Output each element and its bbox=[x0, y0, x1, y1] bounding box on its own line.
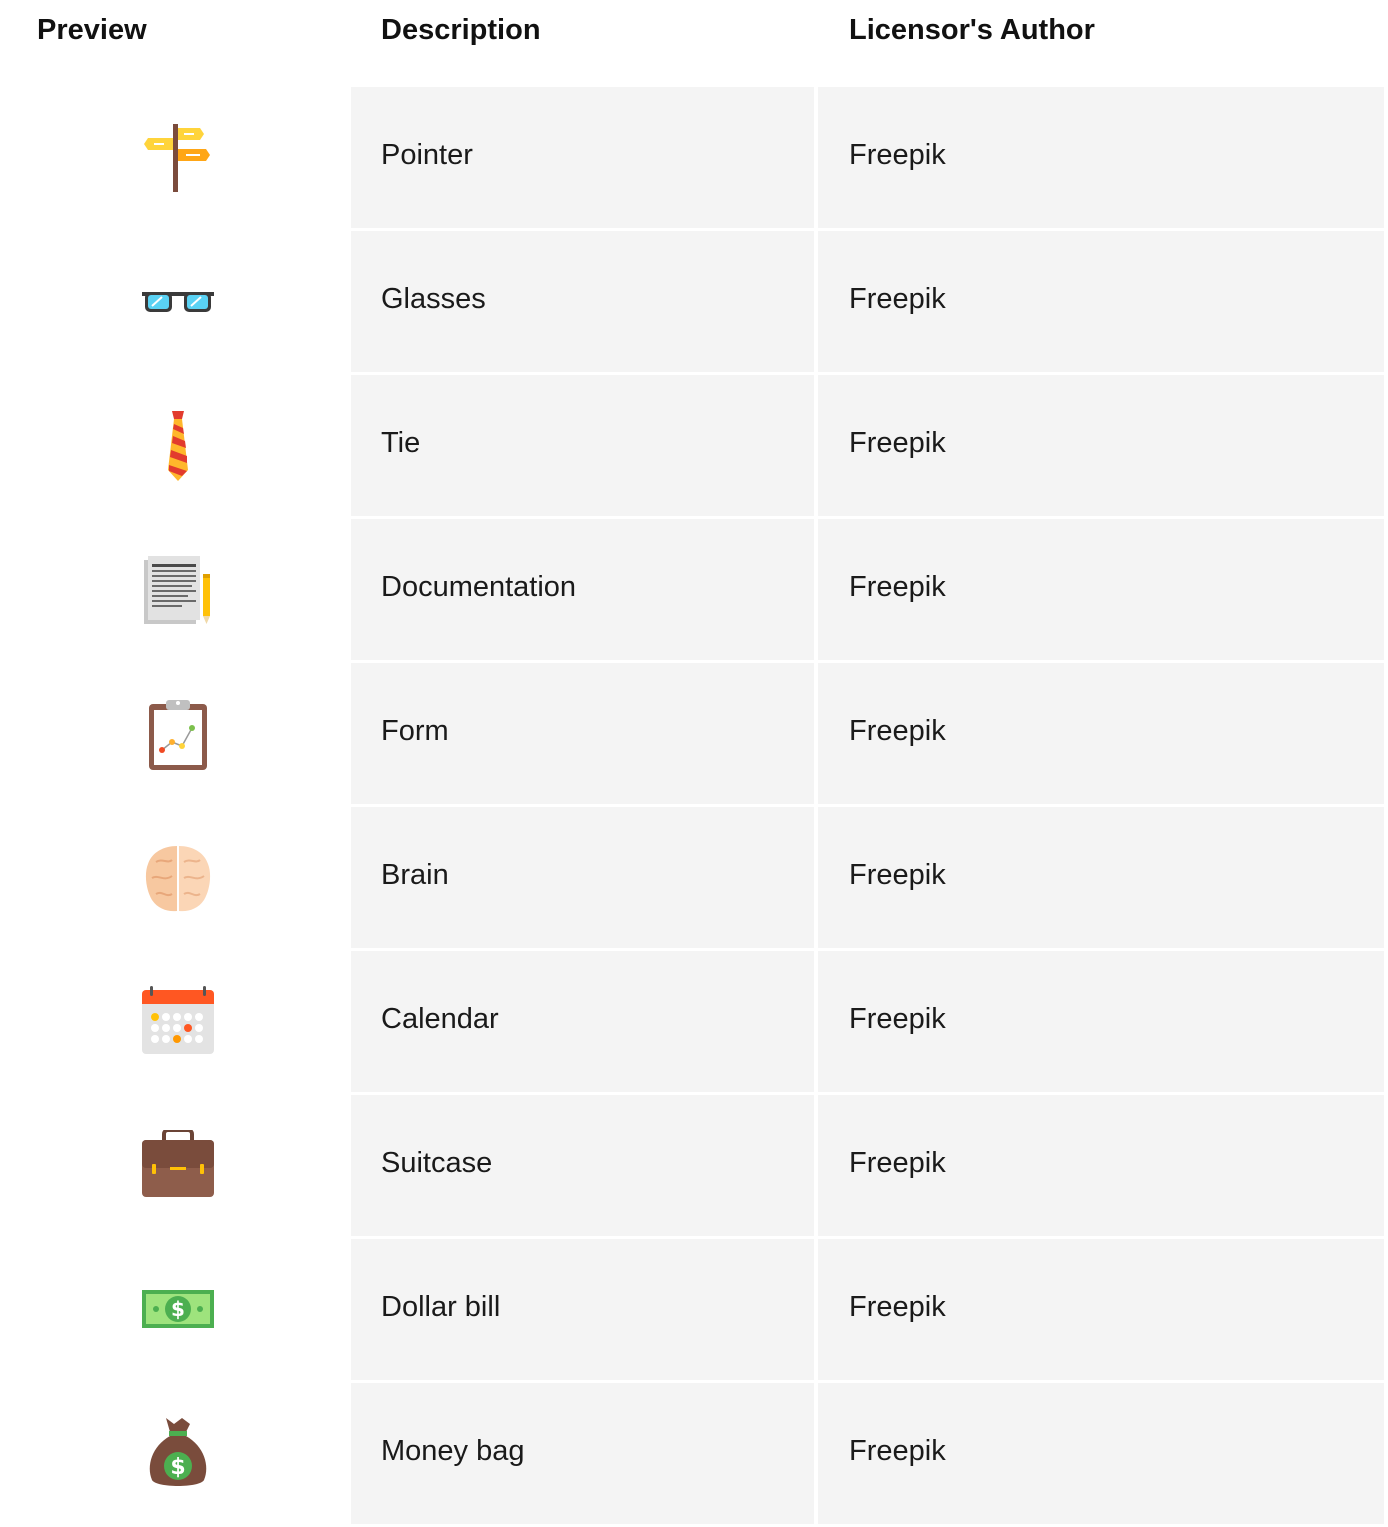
table-row: $ Dollar bill Freepik bbox=[0, 1239, 1388, 1380]
author-text: Freepik bbox=[849, 859, 946, 891]
preview-cell bbox=[0, 951, 351, 1092]
description-cell: Glasses bbox=[351, 231, 814, 372]
attribution-table: Pointer Freepik Glasses Freepik Tie Free… bbox=[0, 87, 1388, 1527]
description-cell: Brain bbox=[351, 807, 814, 948]
author-text: Freepik bbox=[849, 1291, 946, 1323]
author-text: Freepik bbox=[849, 1147, 946, 1179]
preview-cell bbox=[0, 663, 351, 804]
table-row: Pointer Freepik bbox=[0, 87, 1388, 228]
description-text: Calendar bbox=[381, 1003, 499, 1035]
header-author: Licensor's Author bbox=[849, 14, 1095, 46]
author-cell: Freepik bbox=[818, 1383, 1384, 1524]
author-text: Freepik bbox=[849, 427, 946, 459]
author-cell: Freepik bbox=[818, 951, 1384, 1092]
clipboard-chart-icon bbox=[142, 698, 214, 770]
author-text: Freepik bbox=[849, 571, 946, 603]
description-cell: Suitcase bbox=[351, 1095, 814, 1236]
tie-icon bbox=[142, 410, 214, 482]
table-row: Form Freepik bbox=[0, 663, 1388, 804]
preview-cell bbox=[0, 1095, 351, 1236]
brain-icon bbox=[142, 842, 214, 914]
author-text: Freepik bbox=[849, 1435, 946, 1467]
description-text: Form bbox=[381, 715, 449, 747]
svg-text:$: $ bbox=[170, 1455, 185, 1480]
preview-cell: $ bbox=[0, 1383, 351, 1524]
author-cell: Freepik bbox=[818, 1239, 1384, 1380]
suitcase-icon bbox=[142, 1130, 214, 1202]
author-text: Freepik bbox=[849, 715, 946, 747]
preview-cell bbox=[0, 231, 351, 372]
table-row: Brain Freepik bbox=[0, 807, 1388, 948]
preview-cell bbox=[0, 375, 351, 516]
table-row: Suitcase Freepik bbox=[0, 1095, 1388, 1236]
dollar-bill-icon: $ bbox=[142, 1274, 214, 1346]
header-preview: Preview bbox=[37, 14, 147, 46]
description-text: Tie bbox=[381, 427, 421, 459]
description-cell: Calendar bbox=[351, 951, 814, 1092]
preview-cell bbox=[0, 807, 351, 948]
table-row: Tie Freepik bbox=[0, 375, 1388, 516]
author-cell: Freepik bbox=[818, 231, 1384, 372]
author-cell: Freepik bbox=[818, 375, 1384, 516]
author-cell: Freepik bbox=[818, 87, 1384, 228]
description-cell: Form bbox=[351, 663, 814, 804]
description-text: Brain bbox=[381, 859, 449, 891]
author-text: Freepik bbox=[849, 283, 946, 315]
table-row: Glasses Freepik bbox=[0, 231, 1388, 372]
description-text: Pointer bbox=[381, 139, 473, 171]
description-text: Dollar bill bbox=[381, 1291, 501, 1323]
preview-cell: $ bbox=[0, 1239, 351, 1380]
table-row: Calendar Freepik bbox=[0, 951, 1388, 1092]
description-cell: Money bag bbox=[351, 1383, 814, 1524]
author-text: Freepik bbox=[849, 139, 946, 171]
header-description: Description bbox=[381, 14, 541, 46]
author-cell: Freepik bbox=[818, 807, 1384, 948]
preview-cell bbox=[0, 519, 351, 660]
svg-text:$: $ bbox=[171, 1297, 185, 1321]
author-text: Freepik bbox=[849, 1003, 946, 1035]
description-text: Glasses bbox=[381, 283, 486, 315]
glasses-icon bbox=[142, 266, 214, 338]
preview-cell bbox=[0, 87, 351, 228]
description-text: Suitcase bbox=[381, 1147, 493, 1179]
description-cell: Tie bbox=[351, 375, 814, 516]
table-row: $ Money bag Freepik bbox=[0, 1383, 1388, 1524]
description-text: Money bag bbox=[381, 1435, 525, 1467]
description-cell: Documentation bbox=[351, 519, 814, 660]
description-text: Documentation bbox=[381, 571, 577, 603]
documentation-icon bbox=[142, 554, 214, 626]
signpost-icon bbox=[142, 122, 214, 194]
calendar-icon bbox=[142, 986, 214, 1058]
author-cell: Freepik bbox=[818, 1095, 1384, 1236]
author-cell: Freepik bbox=[818, 519, 1384, 660]
description-cell: Dollar bill bbox=[351, 1239, 814, 1380]
table-row: Documentation Freepik bbox=[0, 519, 1388, 660]
description-cell: Pointer bbox=[351, 87, 814, 228]
author-cell: Freepik bbox=[818, 663, 1384, 804]
money-bag-icon: $ bbox=[142, 1418, 214, 1490]
